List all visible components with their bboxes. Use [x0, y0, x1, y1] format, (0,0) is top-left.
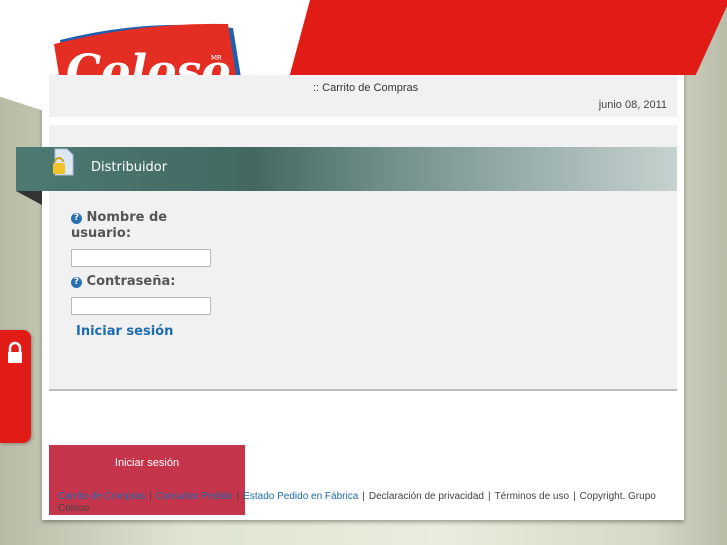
- login-submit-link[interactable]: Iniciar sesión: [76, 324, 173, 339]
- help-icon[interactable]: ?: [71, 277, 82, 288]
- footer-link-consultar[interactable]: Consultar Pedido: [156, 491, 233, 502]
- footer-links: Carrito de Compras | Consultar Pedido | Esta…: [58, 491, 668, 515]
- title-bar-fold: [16, 191, 42, 205]
- lock-icon: [8, 341, 22, 363]
- password-input[interactable]: [71, 297, 211, 315]
- document-lock-icon: [53, 148, 74, 176]
- password-label: ? Contraseña:: [71, 274, 175, 290]
- footer-link-estado[interactable]: Estado Pedido en Fábrica: [243, 491, 358, 502]
- password-label-text: Contraseña:: [86, 274, 176, 289]
- footer-terms[interactable]: Términos de uso: [495, 491, 569, 502]
- separator: |: [236, 491, 240, 502]
- separator: |: [487, 491, 491, 502]
- header-red-band: [280, 0, 727, 75]
- separator: |: [149, 491, 152, 502]
- current-date: junio 08, 2011: [598, 99, 667, 111]
- login-title: Distribuidor: [91, 160, 168, 175]
- overlay-login-label[interactable]: Iniciar sesión: [49, 457, 245, 469]
- help-icon[interactable]: ?: [71, 213, 82, 224]
- svg-text:MR: MR: [211, 54, 222, 62]
- side-lock-tab[interactable]: [0, 330, 31, 443]
- username-label-text: Nombre de usuario:: [71, 210, 168, 241]
- username-label: ? Nombre de usuario:: [71, 210, 211, 242]
- breadcrumb[interactable]: :: Carrito de Compras: [313, 82, 418, 94]
- separator: |: [573, 491, 576, 502]
- separator: |: [362, 491, 365, 502]
- footer-privacy[interactable]: Declaración de privacidad: [369, 491, 484, 502]
- username-input[interactable]: [71, 249, 211, 267]
- footer-link-carrito[interactable]: Carrito de Compras: [58, 491, 145, 502]
